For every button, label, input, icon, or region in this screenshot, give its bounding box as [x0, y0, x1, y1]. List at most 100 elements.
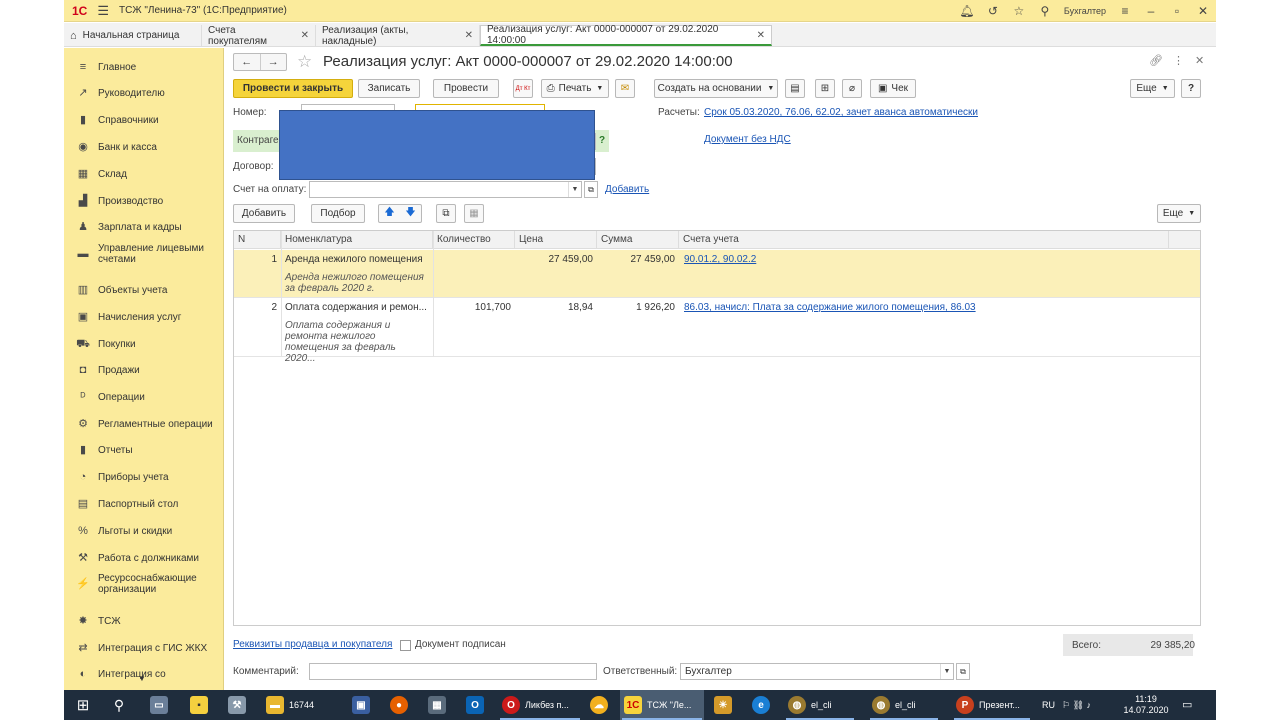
invoice-add-link[interactable]: Добавить [605, 184, 649, 195]
arrow-down-icon[interactable]: 🡇 [405, 205, 415, 222]
move-rows-buttons[interactable]: 🡅 🡇 [378, 204, 422, 223]
search-button[interactable]: ⚲ [108, 690, 130, 720]
taskbar-app[interactable]: ⚒ [224, 690, 250, 720]
pick-button[interactable]: Подбор [311, 204, 365, 223]
sidebar-item[interactable]: ◘ Продажи [64, 358, 223, 382]
table-row[interactable]: 2 Оплата содержания и ремон... Оплата со… [234, 298, 1200, 364]
comment-field[interactable] [309, 663, 597, 680]
sidebar-item[interactable]: ◔ Приборы учета [64, 465, 223, 489]
search-icon[interactable]: ⚲ [1032, 4, 1058, 18]
tab-current-doc[interactable]: Реализация услуг: Акт 0000-000007 от 29.… [480, 24, 772, 46]
help-button[interactable]: ? [1181, 79, 1201, 98]
forward-icon[interactable]: → [261, 54, 287, 70]
sidebar-item[interactable]: ≡ Главное [64, 55, 223, 79]
taskbar-app[interactable]: ▪ [186, 690, 212, 720]
taskbar-app[interactable]: O Ликбез п... [498, 690, 582, 720]
main-menu-icon[interactable]: ☰ [97, 3, 109, 19]
vat-link[interactable]: Документ без НДС [704, 134, 791, 145]
responsible-field[interactable]: Бухгалтер ▼ [680, 663, 954, 680]
more-vert-icon[interactable]: ⋮ [1173, 54, 1184, 67]
sidebar-item[interactable]: ✸ ТСЖ [64, 609, 223, 633]
signed-checkbox[interactable] [400, 640, 411, 651]
sidebar-item[interactable]: ▤ Паспортный стол [64, 492, 223, 516]
create-based-on-button[interactable]: Создать на основании ▼ [654, 79, 778, 98]
table-more-button[interactable]: Еще ▼ [1157, 204, 1201, 223]
post-and-close-button[interactable]: Провести и закрыть [233, 79, 353, 98]
sidebar-item[interactable]: ⚙ Регламентные операции [64, 412, 223, 436]
sidebar-item[interactable]: ⚡ Ресурсоснабжающие организации [64, 572, 223, 596]
close-tab-icon[interactable]: ✕ [757, 30, 765, 41]
dropdown-icon[interactable]: ▼ [568, 182, 581, 197]
system-tray-icons[interactable]: ⚐ ⛓ ♪ [1062, 690, 1091, 720]
sidebar-item[interactable]: ▦ Склад [64, 162, 223, 186]
save-button[interactable]: Записать [358, 79, 420, 98]
taskbar-app[interactable]: O [462, 690, 488, 720]
sidebar-item[interactable]: ♟ Зарплата и кадры [64, 215, 223, 239]
scroll-down-icon[interactable]: ▼ [138, 674, 146, 683]
taskbar-app[interactable]: ◍ el_cli [868, 690, 940, 720]
col-quantity[interactable]: Количество [433, 231, 515, 249]
taskbar-app[interactable]: ☁ [586, 690, 612, 720]
sidebar-item[interactable]: ▮ Справочники [64, 108, 223, 132]
dtkt-icon[interactable]: Дт Кт [513, 79, 533, 98]
minimize-icon[interactable]: – [1138, 4, 1164, 18]
taskbar-app[interactable]: ▬ 16744 [262, 690, 334, 720]
star-icon[interactable]: ☆ [1006, 4, 1032, 18]
sidebar-item[interactable]: ◉ Банк и касса [64, 135, 223, 159]
sidebar-item[interactable]: ᴰ Операции [64, 385, 223, 409]
open-icon[interactable]: ⧉ [584, 181, 598, 198]
notification-icon[interactable]: ▭ [1182, 690, 1192, 720]
favorite-star-icon[interactable]: ☆ [297, 52, 312, 72]
taskbar-app[interactable]: ☀ [710, 690, 736, 720]
sidebar-item[interactable]: ▣ Начисления услуг [64, 305, 223, 329]
arrow-up-icon[interactable]: 🡅 [384, 205, 394, 222]
col-price[interactable]: Цена [515, 231, 597, 249]
close-tab-icon[interactable]: ✕ [301, 30, 309, 41]
sidebar-item[interactable]: ↗ Руководителю [64, 81, 223, 105]
taskbar-app[interactable]: ▦ [424, 690, 450, 720]
link-icon[interactable]: 🔗︎ [1149, 54, 1163, 67]
taskbar-app[interactable]: P Презент... [952, 690, 1032, 720]
sidebar-item[interactable]: % Льготы и скидки [64, 519, 223, 543]
bell-icon[interactable]: 🔔︎ [954, 4, 980, 18]
settlements-link[interactable]: Срок 05.03.2020, 76.06, 62.02, зачет ава… [704, 107, 978, 118]
row-accounts-link[interactable]: 86.03, начисл: Плата за содержание жилог… [684, 302, 976, 313]
col-nomenclature[interactable]: Номенклатура [281, 231, 433, 249]
report-icon[interactable]: ▤ [785, 79, 805, 98]
close-form-icon[interactable]: ✕ [1195, 54, 1204, 67]
col-accounts[interactable]: Счета учета [679, 231, 1169, 249]
history-icon[interactable]: ↺ [980, 4, 1006, 18]
sidebar-item[interactable]: ⚒ Работа с должниками [64, 546, 223, 570]
sidebar-item[interactable]: ▮ Отчеты [64, 438, 223, 462]
taskbar-app[interactable]: ◍ el_cli [784, 690, 856, 720]
table-icon[interactable]: ▦ [464, 204, 484, 223]
col-n[interactable]: N [234, 231, 281, 249]
invoice-field[interactable]: ▼ [309, 181, 582, 198]
close-tab-icon[interactable]: ✕ [465, 30, 473, 41]
more-button[interactable]: Еще ▼ [1130, 79, 1175, 98]
sidebar-item[interactable]: ▟ Производство [64, 189, 223, 213]
taskbar-app[interactable]: 1С ТСЖ "Ле... [620, 690, 704, 720]
tab-sales[interactable]: Реализация (акты, накладные) ✕ [316, 25, 480, 47]
close-icon[interactable]: ✕ [1190, 4, 1216, 18]
print-button[interactable]: ⎙ Печать ▼ [541, 79, 609, 98]
restore-icon[interactable]: ▫ [1164, 4, 1190, 18]
back-icon[interactable]: ← [234, 54, 261, 70]
tab-home[interactable]: ⌂ Начальная страница [64, 25, 202, 46]
language-indicator[interactable]: RU [1042, 690, 1055, 720]
user-name[interactable]: Бухгалтер [1058, 6, 1112, 16]
dropdown-icon[interactable]: ▼ [940, 664, 953, 679]
sidebar-item[interactable]: ▥ Объекты учета [64, 278, 223, 302]
seller-buyer-link[interactable]: Реквизиты продавца и покупателя [233, 639, 392, 650]
col-sum[interactable]: Сумма [597, 231, 679, 249]
sidebar-item[interactable]: ⇄ Интеграция с ГИС ЖКХ [64, 636, 223, 660]
add-row-button[interactable]: Добавить [233, 204, 295, 223]
structure-icon[interactable]: ⊞ [815, 79, 835, 98]
mail-icon[interactable]: ✉ [615, 79, 635, 98]
taskbar-app[interactable]: ● [386, 690, 412, 720]
counterparty-help[interactable]: ? [599, 135, 605, 146]
sidebar-item[interactable]: ▬ Управление лицевыми счетами [64, 242, 223, 266]
taskbar-app[interactable]: ▭ [146, 690, 172, 720]
post-button[interactable]: Провести [433, 79, 499, 98]
open-icon[interactable]: ⧉ [956, 663, 970, 680]
